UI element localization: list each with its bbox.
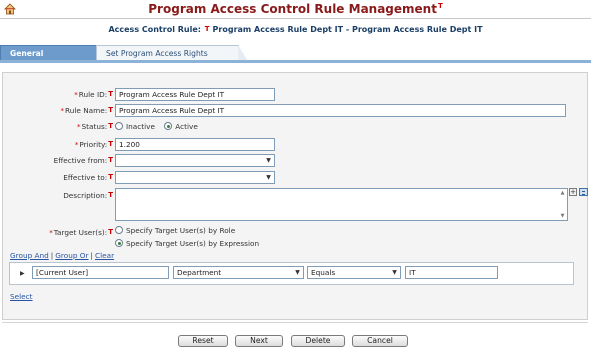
description-label: Description:T [3,189,113,202]
expression-attribute-value: Department [177,268,222,277]
effective-from-select[interactable]: ▼ [115,154,275,167]
context-label: Access Control Rule: [108,25,201,34]
target-by-expression-option[interactable]: Specify Target User(s) by Expression [115,237,259,250]
priority-label-text: Priority: [79,140,108,149]
radio-selected-icon[interactable] [164,122,173,130]
translate-marker: T [108,122,113,130]
radio-icon[interactable] [115,226,123,234]
row-pointer-icon: ▶ [20,270,25,277]
delete-button[interactable]: Delete [291,335,345,347]
expression-operator-select[interactable]: Equals ▼ [307,266,401,279]
priority-field[interactable]: 1.200 [115,138,275,151]
translate-marker: T [108,156,113,164]
target-users-label-text: Target User(s): [53,228,108,237]
expression-link-bar: Group And | Group Or | Clear [10,251,114,260]
status-active-label: Active [175,122,198,131]
rule-id-label-text: Rule ID: [78,90,108,99]
status-label-text: Status: [81,122,108,131]
scroll-up-icon[interactable]: ▲ [559,190,566,196]
translate-marker: T [108,106,113,114]
effective-to-select[interactable]: ▼ [115,171,275,184]
scroll-down-icon[interactable]: ▼ [559,213,566,219]
rule-name-label-text: Rule Name: [65,106,108,115]
description-scrollbar[interactable]: ▲ ▼ [559,190,566,219]
next-button[interactable]: Next [235,335,283,347]
translate-marker: T [108,90,113,98]
translate-marker: T [108,140,113,148]
dropdown-arrow-icon[interactable]: ▼ [292,267,303,278]
target-by-role-option[interactable]: Specify Target User(s) by Role [115,224,259,237]
group-or-link[interactable]: Group Or [55,251,88,260]
context-translate-marker: T [204,25,210,33]
expression-attribute-select[interactable]: Department ▼ [173,266,304,279]
target-by-role-label: Specify Target User(s) by Role [126,226,236,235]
required-mark: * [60,107,65,115]
radio-icon[interactable] [115,122,123,130]
dropdown-arrow-icon[interactable]: ▼ [263,155,274,166]
rule-name-label: *Rule Name:T [3,104,113,118]
link-separator: | [50,251,54,260]
required-mark: * [74,91,78,99]
rule-id-field[interactable]: Program Access Rule Dept IT [115,88,275,101]
general-information-panel: *Rule ID:T Program Access Rule Dept IT *… [2,72,588,320]
context-line: Access Control Rule: T Program Access Rul… [0,25,591,34]
target-users-label: *Target User(s):T [3,226,113,240]
expression-operator-value: Equals [311,268,336,277]
expand-icon[interactable]: + [569,188,577,196]
status-radio-group: Inactive Active [115,120,205,133]
description-textarea[interactable]: ▲ ▼ [115,188,568,221]
dropdown-arrow-icon[interactable]: ▼ [263,172,274,183]
select-link[interactable]: Select [10,292,33,301]
context-value: Program Access Rule Dept IT - Program Ac… [212,25,483,34]
priority-label: *Priority:T [3,138,113,152]
translate-marker: T [108,191,113,199]
radio-selected-icon[interactable] [115,239,123,247]
description-label-text: Description: [63,191,108,200]
target-users-radio-group: Specify Target User(s) by Role Specify T… [115,224,259,250]
target-by-expression-label: Specify Target User(s) by Expression [126,239,260,248]
tab-bar: General Information Set Program Access R… [0,45,591,74]
translate-marker: T [108,228,113,236]
clear-link[interactable]: Clear [95,251,114,260]
effective-from-label-text: Effective from: [53,156,108,165]
required-mark: * [77,123,81,131]
translate-marker: T [437,2,443,10]
effective-to-label-text: Effective to: [63,173,108,182]
page-title-text: Program Access Control Rule Management [148,2,437,16]
tab-set-program-access-rights[interactable]: Set Program Access Rights [96,45,248,61]
tab-underline [0,60,591,63]
status-active-option[interactable]: Active [164,120,198,133]
button-bar-divider [2,322,588,323]
effective-to-label: Effective to:T [3,171,113,184]
dictionary-icon[interactable] [579,188,588,196]
tab-general-information[interactable]: General Information [0,45,104,74]
reset-button[interactable]: Reset [178,335,228,347]
title-divider [0,18,591,19]
effective-from-label: Effective from:T [3,154,113,167]
expression-value-field[interactable]: IT [405,266,498,279]
rule-name-field[interactable]: Program Access Rule Dept IT [115,104,566,117]
expression-user-field[interactable]: [Current User] [32,266,169,279]
status-inactive-label: Inactive [126,122,155,131]
required-mark: * [49,229,53,237]
expression-panel: ▶ [Current User] Department ▼ Equals ▼ IT [9,262,574,285]
status-label: *Status:T [3,120,113,134]
dropdown-arrow-icon[interactable]: ▼ [389,267,400,278]
page-title: Program Access Control Rule ManagementT [0,2,591,16]
link-separator: | [90,251,94,260]
required-mark: * [74,141,79,149]
translate-marker: T [108,173,113,181]
group-and-link[interactable]: Group And [10,251,49,260]
rule-id-label: *Rule ID:T [3,88,113,102]
cancel-button[interactable]: Cancel [352,335,408,347]
status-inactive-option[interactable]: Inactive [115,120,155,133]
